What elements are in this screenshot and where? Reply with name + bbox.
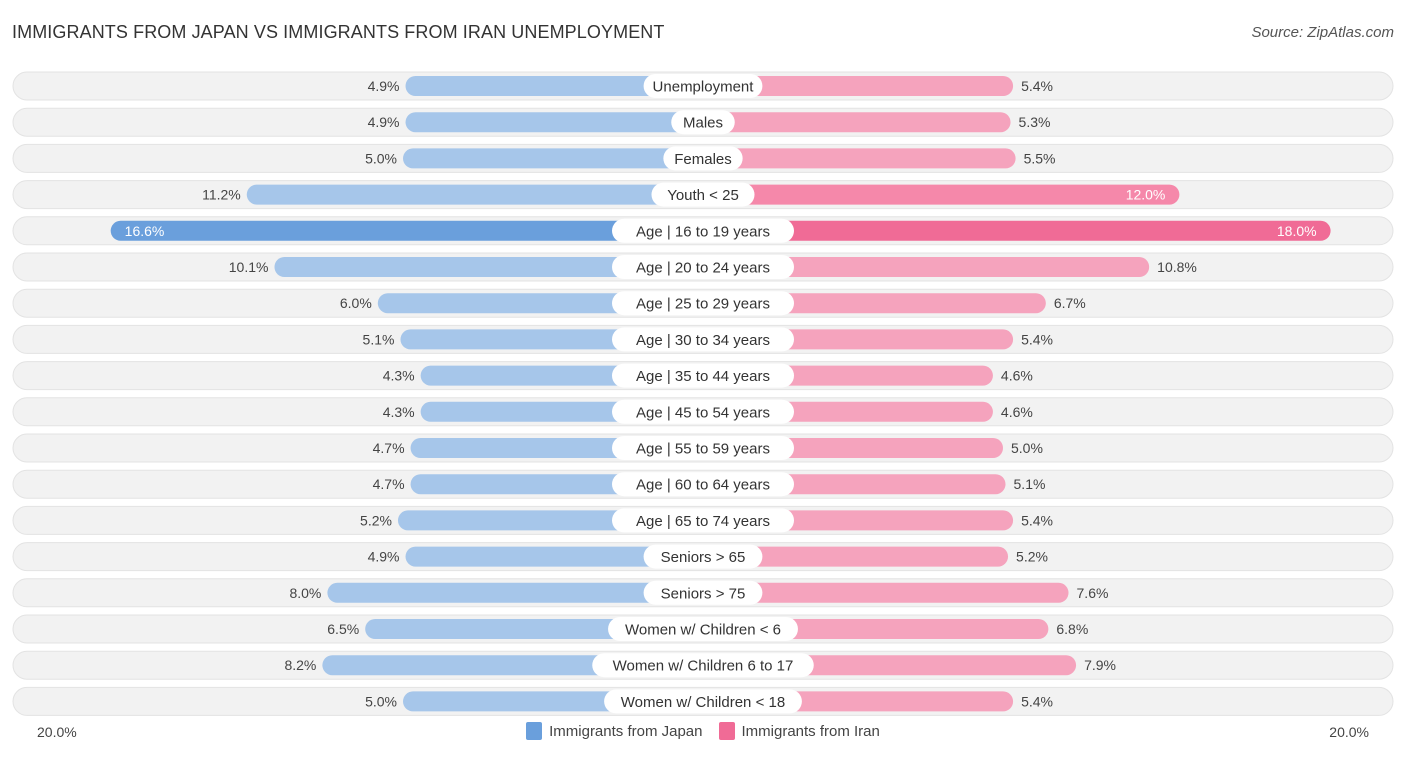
- value-label-iran: 6.8%: [1056, 621, 1088, 637]
- category-label: Seniors > 75: [661, 585, 746, 602]
- value-label-iran: 5.5%: [1024, 150, 1056, 166]
- legend-label-iran: Immigrants from Iran: [741, 722, 880, 740]
- category-label: Seniors > 65: [661, 549, 746, 566]
- category-label: Age | 55 to 59 years: [636, 441, 770, 458]
- category-label: Age | 20 to 24 years: [636, 260, 770, 277]
- value-label-japan: 5.1%: [363, 331, 395, 347]
- bar-iran: [703, 220, 1331, 241]
- value-label-iran: 5.4%: [1021, 512, 1053, 528]
- value-label-iran: 5.3%: [1019, 114, 1051, 130]
- category-label: Women w/ Children < 6: [625, 622, 781, 639]
- category-label: Females: [674, 151, 732, 168]
- value-label-japan: 16.6%: [125, 223, 165, 239]
- bar-japan: [246, 184, 703, 205]
- category-label: Age | 30 to 34 years: [636, 332, 770, 349]
- category-label: Age | 25 to 29 years: [636, 296, 770, 313]
- value-label-iran: 5.4%: [1021, 78, 1053, 94]
- value-label-japan: 6.5%: [327, 621, 359, 637]
- bar-japan: [405, 112, 703, 133]
- bar-japan: [403, 148, 703, 169]
- value-label-iran: 4.6%: [1001, 404, 1033, 420]
- category-label: Age | 16 to 19 years: [636, 223, 770, 240]
- value-label-japan: 8.2%: [284, 657, 316, 673]
- category-label: Age | 65 to 74 years: [636, 513, 770, 530]
- value-label-iran: 5.1%: [1014, 476, 1046, 492]
- legend-item-japan[interactable]: Immigrants from Japan: [526, 722, 703, 740]
- value-label-japan: 11.2%: [202, 187, 241, 203]
- chart-canvas: Unemployment 4.9% 5.4% Males 4.9% 5.3% Females…: [12, 71, 1394, 716]
- category-label: Males: [683, 115, 723, 132]
- value-label-japan: 4.3%: [383, 368, 415, 384]
- value-label-iran: 4.6%: [1001, 368, 1033, 384]
- value-label-iran: 6.7%: [1054, 295, 1086, 311]
- legend-swatch-japan: [526, 722, 543, 740]
- category-label: Age | 60 to 64 years: [636, 477, 770, 494]
- value-label-japan: 4.9%: [368, 549, 400, 565]
- value-label-iran: 7.6%: [1077, 585, 1109, 601]
- category-label: Age | 45 to 54 years: [636, 404, 770, 421]
- legend-swatch-iran: [718, 722, 735, 740]
- bar-iran: [703, 148, 1016, 169]
- value-label-japan: 5.2%: [360, 512, 392, 528]
- value-label-iran: 7.9%: [1084, 657, 1116, 673]
- category-label: Women w/ Children 6 to 17: [613, 658, 794, 675]
- legend-item-iran[interactable]: Immigrants from Iran: [718, 722, 880, 740]
- legend-label-japan: Immigrants from Japan: [549, 722, 703, 740]
- value-label-japan: 6.0%: [340, 295, 372, 311]
- bar-iran: [703, 184, 1180, 205]
- value-label-japan: 5.0%: [365, 150, 397, 166]
- value-label-japan: 4.3%: [383, 404, 415, 420]
- value-label-iran: 18.0%: [1277, 223, 1317, 239]
- legend: Immigrants from Japan Immigrants from Ir…: [0, 722, 1406, 740]
- value-label-japan: 4.7%: [373, 440, 405, 456]
- bar-iran: [703, 112, 1011, 133]
- value-label-iran: 5.2%: [1016, 549, 1048, 565]
- value-label-japan: 10.1%: [229, 259, 269, 275]
- value-label-japan: 8.0%: [289, 585, 321, 601]
- category-label: Youth < 25: [667, 187, 739, 204]
- value-label-japan: 4.9%: [368, 78, 400, 94]
- value-label-iran: 5.4%: [1021, 331, 1053, 347]
- value-label-iran: 5.4%: [1021, 693, 1053, 709]
- value-label-japan: 4.7%: [373, 476, 405, 492]
- value-label-japan: 5.0%: [365, 693, 397, 709]
- value-label-iran: 10.8%: [1157, 259, 1197, 275]
- category-label: Unemployment: [653, 79, 755, 96]
- value-label-japan: 4.9%: [368, 114, 400, 130]
- value-label-iran: 12.0%: [1126, 187, 1166, 203]
- category-label: Women w/ Children < 18: [621, 694, 785, 711]
- category-label: Age | 35 to 44 years: [636, 368, 770, 385]
- value-label-iran: 5.0%: [1011, 440, 1043, 456]
